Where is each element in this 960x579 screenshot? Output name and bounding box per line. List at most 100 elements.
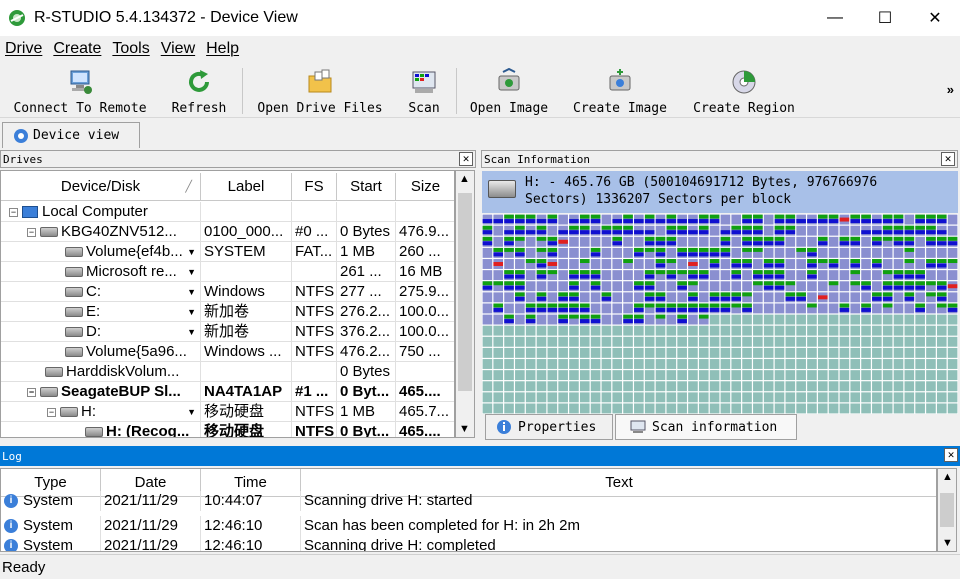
scan-block [785, 270, 796, 281]
log-panel-close-icon[interactable]: ✕ [944, 448, 958, 462]
refresh-button[interactable]: Refresh [166, 64, 232, 118]
menu-create[interactable]: Create [48, 40, 107, 58]
dropdown-arrow-icon[interactable]: ▼ [187, 402, 196, 422]
scan-block-mark [569, 230, 579, 235]
drive-row[interactable]: H: (Recog... 移动硬盘 NTFS 0 Byt... 465.... [1, 422, 454, 437]
minimize-button[interactable]: — [810, 0, 860, 36]
menu-view[interactable]: View [156, 40, 201, 58]
scan-block [579, 347, 590, 358]
scan-block-mark [839, 217, 850, 222]
scan-block [590, 403, 601, 414]
dropdown-arrow-icon[interactable]: ▼ [187, 302, 196, 322]
drive-row[interactable]: Microsoft re... ▼ 261 ... 16 MB [1, 262, 454, 282]
drive-name: Volume{ef4b... [86, 243, 183, 260]
column-header-size[interactable]: Size [396, 173, 454, 201]
scan-block [525, 370, 536, 381]
scan-block [839, 314, 850, 325]
column-header-label[interactable]: Label [201, 173, 292, 201]
drives-panel-close-icon[interactable]: ✕ [459, 152, 473, 166]
drive-row[interactable]: Volume{5a96... Windows ... NTFS 476.2... 750… [1, 342, 454, 362]
menu-tools[interactable]: Tools [107, 40, 155, 58]
tab-device-view[interactable]: Device view [2, 122, 140, 148]
create-region-button[interactable]: Create Region [688, 64, 800, 118]
log-scrollbar[interactable]: ▲ ▼ [937, 468, 957, 552]
column-header-device[interactable]: Device/Disk ╱ [1, 173, 201, 201]
scan-info-panel-header: Scan Information ✕ [481, 150, 958, 168]
scroll-down-icon[interactable]: ▼ [942, 537, 953, 549]
toolbar-overflow-button[interactable]: » [947, 82, 954, 97]
scan-block [493, 336, 504, 347]
scan-block-mark [515, 219, 525, 224]
connect-remote-button[interactable]: Connect To Remote [8, 64, 152, 118]
drive-cell-device: − H: ▼ [1, 402, 201, 422]
drive-row[interactable]: − SeagateBUP Sl... NA4TA1AP #1 ... 0 Byt... 4… [1, 382, 454, 402]
scan-block [742, 314, 752, 325]
menu-help[interactable]: Help [201, 40, 245, 58]
drive-cell-device: Volume{5a96... [1, 342, 201, 362]
scroll-up-icon[interactable]: ▲ [459, 173, 470, 185]
drive-row[interactable]: Volume{ef4b... ▼ SYSTEM FAT... 1 MB 260 ... [1, 242, 454, 262]
log-row[interactable]: i System 2021/11/29 10:44:07 Scanning drive … [1, 491, 936, 511]
scan-block-mark [504, 270, 514, 275]
scan-panel-close-icon[interactable]: ✕ [941, 152, 955, 166]
drives-scrollbar[interactable]: ▲ ▼ [455, 170, 475, 438]
tree-collapse-icon[interactable]: − [47, 407, 56, 417]
scroll-up-icon[interactable]: ▲ [942, 471, 953, 483]
drive-row[interactable]: C: ▼ Windows NTFS 277 ... 275.9... [1, 282, 454, 302]
log-row[interactable]: i System 2021/11/29 12:46:10 Scanning drive … [1, 536, 936, 551]
scan-block [536, 381, 547, 392]
open-drive-files-button[interactable]: Open Drive Files [252, 64, 388, 118]
drive-row[interactable]: − Local Computer [1, 202, 454, 222]
scan-button[interactable]: Scan [402, 64, 446, 118]
scan-block [817, 303, 828, 314]
scan-block-mark [709, 296, 720, 301]
close-button[interactable]: ✕ [910, 0, 960, 36]
scan-block [753, 403, 763, 414]
dropdown-arrow-icon[interactable]: ▼ [187, 242, 196, 262]
scan-block-mark [785, 281, 796, 286]
open-image-button[interactable]: Open Image [466, 64, 552, 118]
column-header-start[interactable]: Start [337, 173, 396, 201]
scroll-thumb[interactable] [458, 193, 472, 391]
dropdown-arrow-icon[interactable]: ▼ [187, 262, 196, 282]
scan-block-mark [493, 303, 504, 308]
drive-row[interactable]: HarddiskVolum... 0 Bytes [1, 362, 454, 382]
scan-block-mark [861, 219, 871, 224]
column-header-fs[interactable]: FS [292, 173, 337, 201]
scan-block [655, 403, 666, 414]
drive-cell-fs: #1 ... [292, 382, 337, 402]
tab-scan-information[interactable]: Scan information [615, 414, 797, 440]
tree-collapse-icon[interactable]: − [27, 387, 36, 397]
drive-cell-device: − KBG40ZNV512... [1, 222, 201, 242]
scan-block-mark [536, 219, 547, 224]
scan-block-mark [753, 214, 763, 219]
drive-row[interactable]: − H: ▼ 移动硬盘 NTFS 1 MB 465.7... [1, 402, 454, 422]
dropdown-arrow-icon[interactable]: ▼ [187, 282, 196, 302]
drive-cell-label: Windows ... [201, 342, 292, 362]
scan-block-mark [742, 219, 752, 224]
scan-block [515, 403, 525, 414]
log-cell-date: 2021/11/29 [101, 491, 201, 511]
scroll-thumb[interactable] [940, 493, 954, 527]
tree-collapse-icon[interactable]: − [9, 207, 18, 217]
tree-collapse-icon[interactable]: − [27, 227, 36, 237]
scan-block-mark [677, 303, 687, 308]
scan-block [525, 325, 536, 336]
scan-block-mark [882, 236, 893, 241]
drive-row[interactable]: − KBG40ZNV512... 0100_000... #0 ... 0 Bytes 4… [1, 222, 454, 242]
maximize-button[interactable]: ☐ [860, 0, 910, 36]
scan-block-mark [644, 303, 655, 308]
scroll-down-icon[interactable]: ▼ [459, 423, 470, 435]
scan-block [807, 403, 817, 414]
drive-row[interactable]: E: ▼ 新加卷 NTFS 276.2... 100.0... [1, 302, 454, 322]
dropdown-arrow-icon[interactable]: ▼ [187, 322, 196, 342]
log-row[interactable]: i System 2021/11/29 12:46:10 Scan has been c… [1, 516, 936, 536]
tab-properties[interactable]: Properties [485, 414, 613, 440]
scan-block-mark [774, 281, 785, 286]
scan-block [872, 370, 882, 381]
menu-drive[interactable]: Drive [0, 40, 48, 58]
scan-block [893, 392, 904, 403]
drive-row[interactable]: D: ▼ 新加卷 NTFS 376.2... 100.0... [1, 322, 454, 342]
create-image-button[interactable]: Create Image [568, 64, 672, 118]
scan-block [796, 270, 806, 281]
